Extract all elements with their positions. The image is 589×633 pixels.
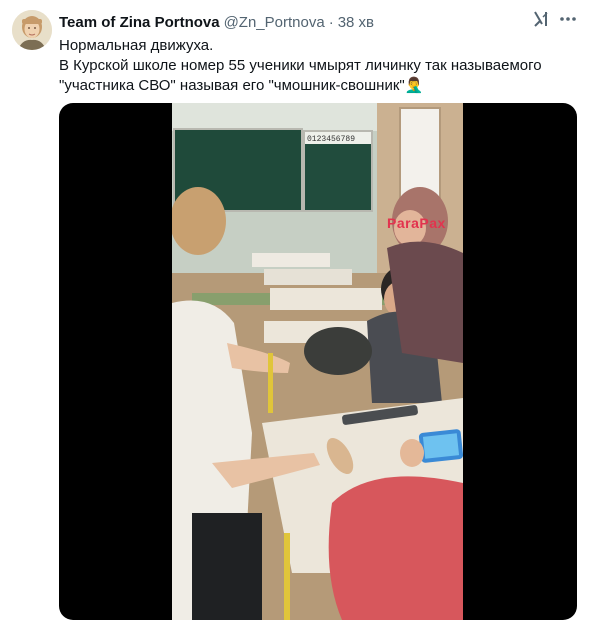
watermark-text: ParaPax (387, 215, 446, 231)
tweet-text-line: Нормальная движуха. (59, 37, 214, 54)
video-frame: 0123456789 ParaPax (172, 103, 463, 620)
tweet-text-line: "участника СВО" называя его "чмошник-сво… (59, 77, 424, 94)
tweet-text: Нормальная движуха. В Курской школе номе… (59, 36, 579, 96)
tweet-header: Team of Zina Portnova @Zn_Portnova · 38 … (59, 12, 519, 32)
avatar-portrait-icon (12, 10, 52, 50)
avatar[interactable] (12, 10, 52, 50)
board-numbers: 0123456789 (307, 135, 355, 144)
more-options-icon[interactable] (558, 9, 578, 29)
video-player[interactable]: 0123456789 ParaPax (59, 103, 577, 620)
separator-dot: · (328, 13, 334, 31)
tweet-text-line: В Курской школе номер 55 ученики чмырят … (59, 57, 542, 74)
user-handle[interactable]: @Zn_Portnova (224, 14, 325, 31)
grok-icon[interactable] (531, 9, 551, 29)
classroom-scene: 0123456789 (172, 103, 463, 620)
timestamp[interactable]: 38 хв (338, 14, 374, 31)
display-name[interactable]: Team of Zina Portnova (59, 14, 220, 31)
